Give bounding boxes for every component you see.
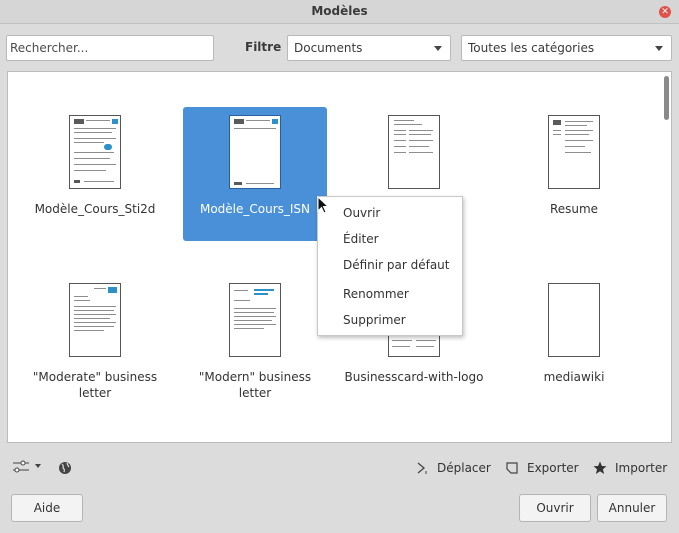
title-bar: Modèles ✕ bbox=[0, 0, 679, 24]
import-button[interactable]: Importer bbox=[615, 461, 667, 475]
template-name: "Modern" business letter bbox=[198, 370, 312, 400]
open-button[interactable]: Ouvrir bbox=[519, 494, 591, 522]
document-type-select[interactable]: Documents bbox=[287, 35, 451, 61]
globe-icon[interactable] bbox=[58, 461, 72, 475]
template-item[interactable]: "Modern" business letter bbox=[183, 275, 327, 409]
template-thumbnail bbox=[548, 283, 600, 357]
move-icon[interactable] bbox=[416, 461, 428, 475]
star-icon[interactable] bbox=[593, 461, 607, 475]
settings-sliders-icon[interactable] bbox=[12, 460, 32, 474]
template-name: mediawiki bbox=[543, 370, 605, 384]
filter-label: Filtre bbox=[245, 40, 282, 54]
help-button[interactable]: Aide bbox=[11, 494, 83, 522]
mouse-pointer-icon bbox=[317, 196, 329, 214]
category-value: Toutes les catégories bbox=[468, 41, 595, 55]
template-name: Modèle_Cours_Sti2d bbox=[34, 202, 156, 216]
template-item[interactable]: Resume bbox=[502, 107, 646, 241]
template-name: Modèle_Cours_ISN bbox=[199, 202, 311, 216]
document-type-value: Documents bbox=[294, 41, 363, 55]
move-button[interactable]: Déplacer bbox=[437, 461, 491, 475]
template-thumbnail bbox=[548, 115, 600, 189]
template-name: "Moderate" business letter bbox=[32, 370, 158, 400]
template-item[interactable]: Modèle_Cours_Sti2d bbox=[23, 107, 167, 241]
window-title: Modèles bbox=[311, 4, 368, 18]
context-menu-item-set-default[interactable]: Définir par défaut bbox=[343, 258, 449, 272]
chevron-down-icon bbox=[434, 46, 442, 51]
template-item[interactable]: mediawiki bbox=[502, 275, 646, 409]
context-menu-item-open[interactable]: Ouvrir bbox=[343, 206, 380, 220]
search-input[interactable] bbox=[6, 35, 214, 61]
template-thumbnail bbox=[229, 283, 281, 357]
chevron-down-icon bbox=[655, 46, 663, 51]
export-button[interactable]: Exporter bbox=[527, 461, 579, 475]
template-thumbnail bbox=[388, 115, 440, 189]
template-item[interactable]: Modèle_Cours_ISN bbox=[183, 107, 327, 241]
close-icon[interactable]: ✕ bbox=[659, 6, 671, 18]
chevron-down-icon[interactable] bbox=[35, 464, 41, 468]
context-menu-item-edit[interactable]: Éditer bbox=[343, 232, 379, 246]
template-thumbnail bbox=[69, 283, 121, 357]
cancel-button[interactable]: Annuler bbox=[597, 494, 667, 522]
export-icon[interactable] bbox=[505, 461, 519, 475]
context-menu-item-rename[interactable]: Renommer bbox=[343, 287, 409, 301]
context-menu: Ouvrir Éditer Définir par défaut Renomme… bbox=[317, 196, 463, 336]
template-name: Resume bbox=[549, 202, 599, 216]
template-thumbnail bbox=[69, 115, 121, 189]
template-thumbnail bbox=[229, 115, 281, 189]
context-menu-item-delete[interactable]: Supprimer bbox=[343, 313, 406, 327]
category-select[interactable]: Toutes les catégories bbox=[461, 35, 672, 61]
template-item[interactable]: "Moderate" business letter bbox=[23, 275, 167, 409]
scrollbar[interactable] bbox=[664, 76, 669, 120]
template-name: Businesscard-with-logo bbox=[344, 370, 484, 384]
